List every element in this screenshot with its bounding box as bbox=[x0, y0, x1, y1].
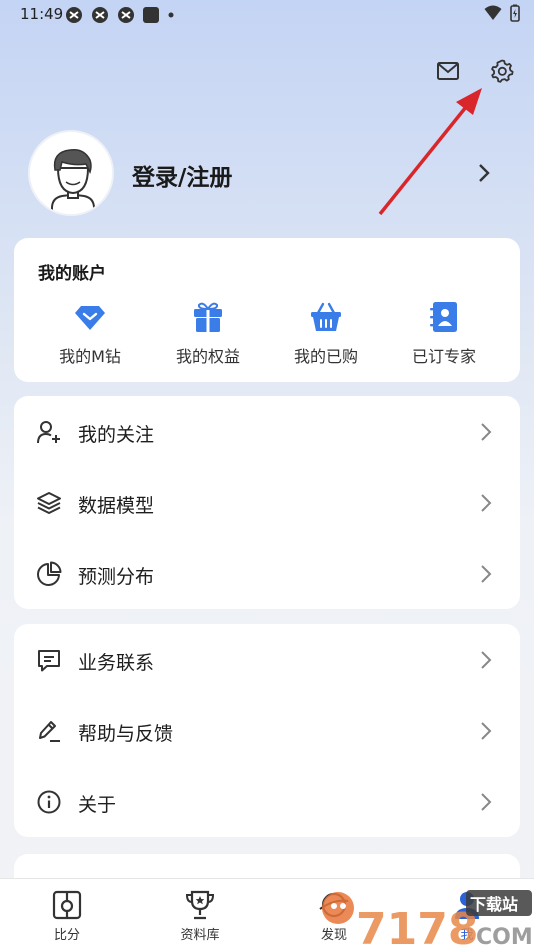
menu-item-label: 关于 bbox=[78, 794, 117, 816]
mail-icon bbox=[437, 62, 459, 80]
battery-icon bbox=[510, 4, 520, 22]
menu-item-label: 我的关注 bbox=[78, 424, 155, 446]
discover-icon bbox=[319, 892, 349, 918]
account-title: 我的账户 bbox=[38, 264, 106, 284]
info-icon bbox=[37, 790, 61, 814]
menu-item-label: 数据模型 bbox=[78, 495, 155, 517]
menu-item-label: 预测分布 bbox=[78, 566, 155, 588]
nav-tab-score[interactable]: 比分 bbox=[27, 889, 107, 947]
pie-chart-icon bbox=[37, 561, 62, 586]
status-bar: 11:49 bbox=[0, 0, 534, 28]
wifi-icon bbox=[484, 5, 502, 20]
app-notification-icon bbox=[66, 7, 82, 23]
app-notification-icon bbox=[118, 7, 134, 23]
menu-group-1: 我的关注 数据模型 预测分布 bbox=[14, 396, 520, 609]
subscribed-experts-item[interactable]: 已订专家 bbox=[386, 300, 502, 370]
message-icon bbox=[38, 650, 60, 672]
menu-item-prediction-distribution[interactable]: 预测分布 bbox=[14, 538, 520, 609]
annotation-arrow bbox=[378, 88, 482, 216]
status-notification-icons bbox=[64, 5, 176, 25]
acc-item-label: 我的已购 bbox=[293, 347, 358, 366]
menu-item-data-model[interactable]: 数据模型 bbox=[14, 467, 520, 538]
chevron-right-icon bbox=[481, 793, 492, 811]
contact-book-icon bbox=[430, 302, 457, 332]
acc-item-label: 我的权益 bbox=[175, 347, 240, 366]
account-card: 我的账户 我的M钻 我的权益 我的已购 已订专家 bbox=[14, 238, 520, 382]
diamond-icon bbox=[75, 306, 105, 330]
chevron-right-icon[interactable] bbox=[472, 161, 496, 185]
settings-button[interactable] bbox=[489, 58, 515, 84]
nav-label: 我 bbox=[460, 928, 474, 943]
chevron-right-icon bbox=[481, 651, 492, 669]
square-notification-icon bbox=[143, 7, 159, 23]
nav-tab-database[interactable]: 资料库 bbox=[160, 889, 240, 947]
chevron-right-icon bbox=[481, 722, 492, 740]
menu-item-about[interactable]: 关于 bbox=[14, 766, 520, 837]
mail-button[interactable] bbox=[435, 58, 461, 84]
menu-group-2: 业务联系 帮助与反馈 关于 bbox=[14, 624, 520, 837]
status-time: 11:49 bbox=[20, 5, 64, 23]
dot-icon bbox=[168, 12, 174, 18]
nav-label: 资料库 bbox=[180, 928, 220, 943]
trophy-icon bbox=[185, 890, 215, 920]
pen-feedback-icon bbox=[39, 721, 60, 742]
nav-tab-discover[interactable]: 发现 bbox=[294, 889, 374, 947]
gift-icon bbox=[194, 302, 222, 332]
nav-label: 发现 bbox=[320, 928, 347, 943]
follow-user-icon bbox=[37, 421, 60, 444]
gear-icon bbox=[491, 59, 514, 83]
user-icon bbox=[455, 892, 479, 919]
chevron-right-icon bbox=[481, 565, 492, 583]
menu-item-label: 业务联系 bbox=[78, 652, 155, 674]
chevron-right-icon bbox=[481, 423, 492, 441]
my-m-diamond-item[interactable]: 我的M钻 bbox=[32, 300, 148, 370]
avatar[interactable] bbox=[28, 130, 114, 216]
app-notification-icon bbox=[92, 7, 108, 23]
menu-item-my-follows[interactable]: 我的关注 bbox=[14, 396, 520, 467]
menu-item-business-contact[interactable]: 业务联系 bbox=[14, 624, 520, 695]
chevron-right-icon bbox=[481, 494, 492, 512]
basket-icon bbox=[311, 302, 341, 331]
my-rights-item[interactable]: 我的权益 bbox=[150, 300, 266, 370]
layers-icon bbox=[37, 492, 61, 514]
acc-item-label: 我的M钻 bbox=[59, 347, 121, 366]
menu-item-help-feedback[interactable]: 帮助与反馈 bbox=[14, 695, 520, 766]
default-avatar-icon bbox=[51, 148, 95, 214]
my-purchased-item[interactable]: 我的已购 bbox=[268, 300, 384, 370]
menu-item-label: 帮助与反馈 bbox=[78, 723, 174, 745]
login-register-link[interactable]: 登录/注册 bbox=[132, 158, 232, 192]
bottom-nav: 比分 资料库 发现 我 bbox=[0, 878, 534, 950]
acc-item-label: 已订专家 bbox=[411, 347, 476, 366]
nav-tab-me[interactable]: 我 bbox=[427, 889, 507, 947]
score-icon bbox=[52, 890, 82, 920]
status-system-icons bbox=[484, 4, 520, 22]
nav-label: 比分 bbox=[53, 928, 80, 943]
